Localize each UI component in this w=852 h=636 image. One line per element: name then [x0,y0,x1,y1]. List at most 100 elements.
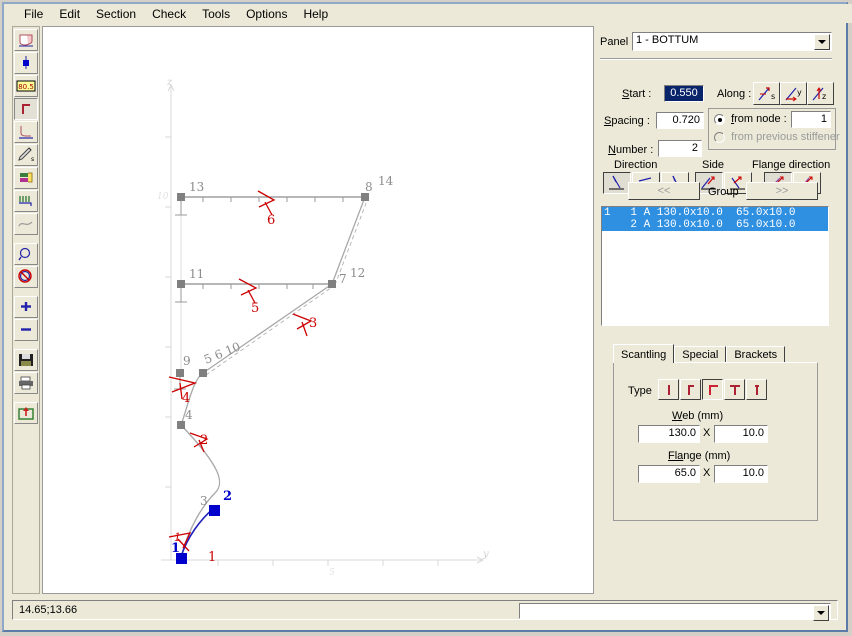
stiffener-list[interactable]: 1 1 A 130.0x10.0 65.0x10.0 2 A 130.0x10.… [601,206,829,326]
axis-label-y: y [482,549,489,560]
web-thickness-input[interactable]: 10.0 [714,425,768,443]
flange-mm-label: Flange (mm) [668,450,731,462]
menu-item-section[interactable]: Section [88,5,144,23]
dimension-icon[interactable]: 80.5 [14,75,38,97]
export-icon[interactable] [14,402,38,424]
plate-icon[interactable] [14,121,38,143]
tab-special[interactable]: Special [674,346,727,363]
stiffener-profile-icon[interactable] [14,98,38,120]
tab-brackets[interactable]: Brackets [726,346,786,363]
node-labels: 13 8 14 11 7 12 9 5 6 10 4 3 [183,174,394,508]
panel-combo[interactable]: 1 - BOTTUM [632,32,832,51]
status-bar: 14.65;13.66 [12,600,838,621]
group-label: Group [708,186,739,198]
pencil-s-icon[interactable]: s [14,144,38,166]
node-icon[interactable] [14,52,38,74]
spacing-input[interactable]: 0.720 [656,112,704,129]
stiffener-numbers: 6 5 3 4 2 1 [182,213,317,565]
new-section-icon[interactable] [14,29,38,51]
stiffener-properties-panel: Panel : 1 - BOTTUM Start : 0.550 Along :… [596,26,846,594]
from-previous-radio-row[interactable]: from previous stiffener [714,131,840,143]
comb-icon[interactable] [14,190,38,212]
node-label-13: 13 [189,180,204,194]
node-label-7: 7 [339,272,347,286]
type-angle-button[interactable] [680,379,701,400]
svg-text:y: y [797,88,802,97]
flange-width-input[interactable]: 65.0 [638,465,700,483]
panel-divider [600,58,832,60]
along-y-button[interactable]: y [780,82,807,105]
menu-bar: File Edit Section Check Tools Options He… [4,4,852,23]
section-drawing[interactable]: z y 10 5 13 8 14 11 7 12 9 5 6 10 4 3 2 … [43,27,593,593]
stiffener-label-2: 2 [200,433,208,448]
from-node-label: from node : [731,113,787,125]
stiffener-arrows [168,190,313,552]
axis-label-z: z [166,77,173,88]
node-label-11: 11 [189,267,204,281]
group-next-button[interactable]: >> [746,182,818,200]
panel-combo-value: 1 - BOTTUM [636,34,699,46]
status-combo[interactable] [519,603,831,621]
svg-text:z: z [822,92,826,101]
web-label: Web (mm) [672,410,724,422]
start-input[interactable]: 0.550 [664,85,704,102]
list-item[interactable]: 2 A 130.0x10.0 65.0x10.0 [602,219,828,231]
number-input[interactable]: 2 [658,140,702,157]
direction-button-1[interactable] [603,172,631,194]
flange-direction-label: Flange direction [752,159,831,171]
web-height-input[interactable]: 130.0 [638,425,700,443]
zoom-in-icon[interactable] [14,296,38,318]
web-times-label: X [703,427,711,439]
zoom-cancel-icon[interactable] [14,266,38,288]
save-icon[interactable] [14,349,38,371]
section-outline [180,196,366,558]
zoom-out-icon[interactable] [14,319,38,341]
drawing-canvas[interactable]: z y 10 5 13 8 14 11 7 12 9 5 6 10 4 3 2 … [42,26,594,594]
menu-item-options[interactable]: Options [238,5,295,23]
node-label-3: 3 [200,494,208,508]
from-previous-radio[interactable] [714,131,725,143]
stiffener-label-4: 4 [182,391,190,406]
print-icon[interactable] [14,372,38,394]
flange-thickness-input[interactable]: 10.0 [714,465,768,483]
from-node-radio-row[interactable]: from node : [714,113,787,125]
svg-text:10: 10 [157,192,169,202]
menu-item-edit[interactable]: Edit [51,5,88,23]
along-z-button[interactable]: z [807,82,834,105]
application-window: File Edit Section Check Tools Options He… [0,0,852,636]
group-prev-button[interactable]: << [628,182,700,200]
from-node-input[interactable]: 1 [791,111,831,128]
from-node-radio[interactable] [714,113,725,125]
type-lprofile-button[interactable] [702,379,723,400]
node-label-4: 4 [185,408,193,422]
from-previous-label: from previous stiffener [731,131,840,143]
node-label-9: 9 [183,354,191,368]
menu-item-check[interactable]: Check [144,5,194,23]
menu-item-file[interactable]: File [16,5,51,23]
chevron-down-icon[interactable] [813,605,829,621]
stiffener-label-1: 1 [208,550,216,565]
type-tprofile-button[interactable] [724,379,745,400]
flange-times-label: X [703,467,711,479]
curve-icon[interactable] [14,213,38,235]
layers-icon[interactable] [14,167,38,189]
stiffener-label-6: 6 [267,213,275,228]
node-markers[interactable] [176,193,369,564]
along-label: Along : [717,88,752,100]
type-bulb-button[interactable] [746,379,767,400]
menu-item-help[interactable]: Help [295,5,336,23]
svg-text:5: 5 [329,568,335,578]
node-label-12: 12 [350,266,365,280]
menu-item-tools[interactable]: Tools [194,5,238,23]
type-flatbar-button[interactable] [658,379,679,400]
along-s-button[interactable]: s [753,82,780,105]
tab-strip: Scantling Special Brackets [613,344,786,363]
zoom-icon[interactable] [14,243,38,265]
chevron-down-icon[interactable] [814,34,830,50]
left-toolbar: 80.5 s [12,26,40,594]
tab-body: Type Web (mm) 130.0 X 10.0 Flange (mm) 6… [613,362,818,521]
tab-scantling[interactable]: Scantling [613,344,675,363]
list-item[interactable]: 1 1 A 130.0x10.0 65.0x10.0 [602,207,828,219]
stiffener-label-5: 5 [251,301,259,316]
direction-label: Direction [614,159,658,171]
